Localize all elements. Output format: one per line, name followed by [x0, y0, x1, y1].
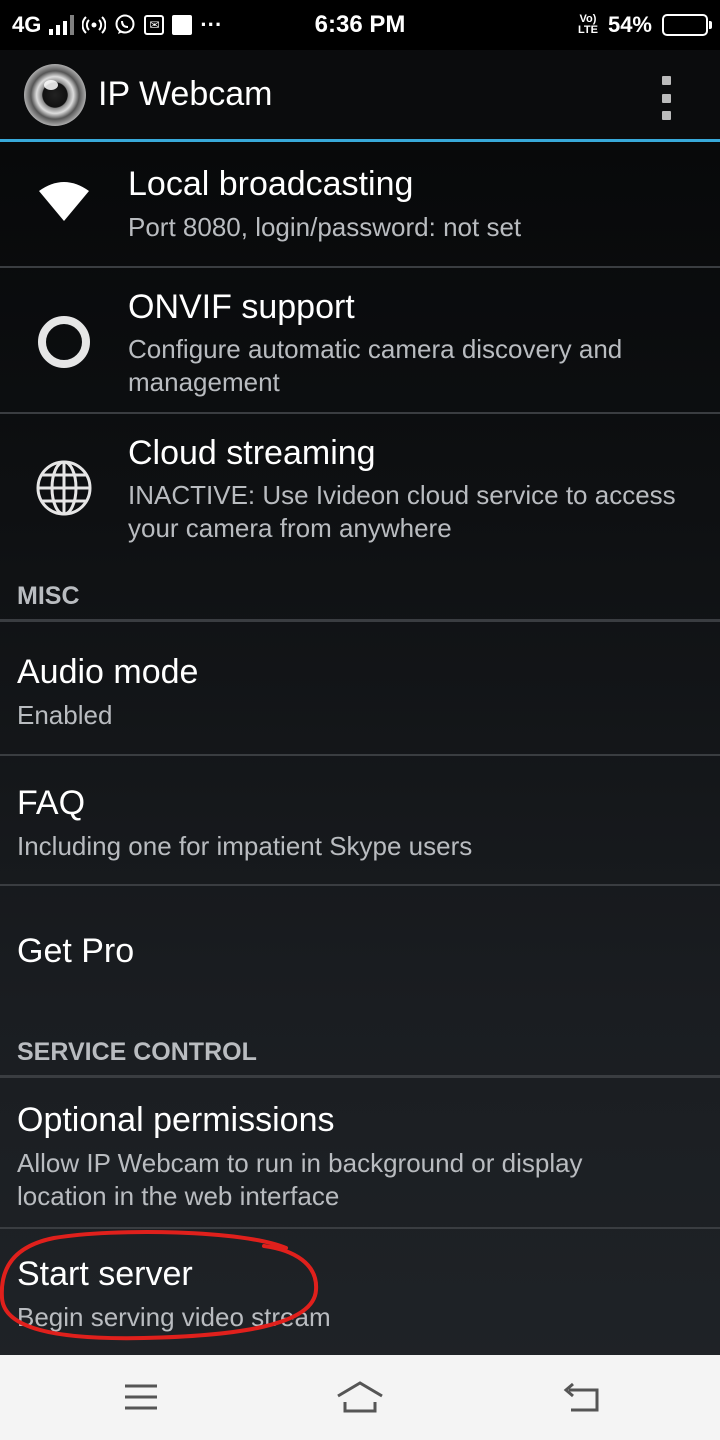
- item-subtitle: Allow IP Webcam to run in background or …: [17, 1148, 583, 1211]
- audio-mode-item[interactable]: Audio mode Enabled: [0, 625, 720, 756]
- home-nav-button[interactable]: [335, 1377, 385, 1417]
- app-logo-icon: [24, 63, 86, 126]
- local-broadcasting-item[interactable]: Local broadcasting Port 8080, login/pass…: [0, 145, 720, 268]
- item-title: Start server: [17, 1255, 193, 1293]
- item-title: Audio mode: [17, 653, 199, 691]
- app-bar: IP Webcam: [0, 50, 720, 142]
- item-subtitle: INACTIVE: Use Ivideon cloud service to a…: [128, 480, 676, 543]
- app-title: IP Webcam: [98, 75, 273, 113]
- wifi-icon: [30, 167, 98, 235]
- item-title: Get Pro: [17, 932, 135, 970]
- ring-icon: [30, 308, 98, 376]
- optional-permissions-item[interactable]: Optional permissions Allow IP Webcam to …: [0, 1081, 720, 1229]
- clock: 6:36 PM: [314, 11, 406, 38]
- menu-icon: [125, 1384, 157, 1410]
- overflow-menu-button[interactable]: [660, 76, 672, 120]
- start-server-item[interactable]: Start server Begin serving video stream: [0, 1229, 720, 1355]
- menu-nav-button[interactable]: [116, 1377, 166, 1417]
- status-bar: 4G ✉ ··· 6:36 PM Vo) LTE 54%: [0, 0, 720, 50]
- item-title: Cloud streaming: [128, 434, 376, 472]
- back-nav-button[interactable]: [556, 1377, 606, 1417]
- item-subtitle: Begin serving video stream: [17, 1302, 331, 1332]
- back-icon: [563, 1382, 599, 1412]
- faq-item[interactable]: FAQ Including one for impatient Skype us…: [0, 756, 720, 886]
- cloud-streaming-item: Cloud streaming INACTIVE: Use Ivideon cl…: [0, 414, 720, 560]
- item-title: Local broadcasting: [128, 165, 414, 203]
- item-subtitle: Enabled: [17, 700, 113, 730]
- item-subtitle: Configure automatic camera discovery and…: [128, 334, 623, 397]
- item-title: FAQ: [17, 784, 86, 822]
- globe-icon: [30, 454, 98, 522]
- navigation-bar: [0, 1355, 720, 1440]
- section-header-misc: MISC: [0, 574, 720, 622]
- home-icon: [337, 1381, 383, 1413]
- item-title: ONVIF support: [128, 288, 355, 326]
- item-subtitle: Including one for impatient Skype users: [17, 831, 473, 861]
- item-title: Optional permissions: [17, 1101, 335, 1139]
- item-subtitle: Port 8080, login/password: not set: [128, 212, 522, 242]
- battery-icon: [662, 14, 712, 36]
- get-pro-item[interactable]: Get Pro: [0, 886, 720, 1018]
- section-header-service-control: SERVICE CONTROL: [0, 1030, 720, 1078]
- onvif-support-item[interactable]: ONVIF support Configure automatic camera…: [0, 268, 720, 414]
